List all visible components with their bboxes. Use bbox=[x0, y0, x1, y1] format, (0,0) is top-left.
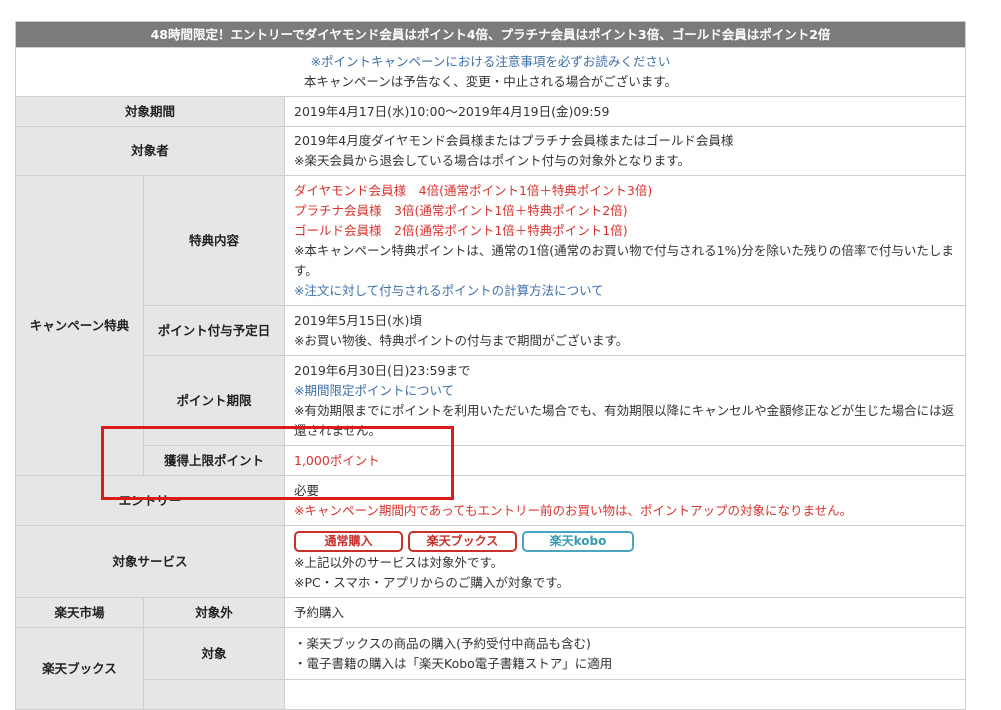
grant-date: 2019年5月15日(水)頃 bbox=[294, 312, 422, 328]
benefit-gold: ゴールド会員様 2倍(通常ポイント1倍＋特典ポイント1倍) bbox=[294, 222, 628, 238]
benefit-cell: ダイヤモンド会員様 4倍(通常ポイント1倍＋特典ポイント3倍) プラチナ会員様 … bbox=[284, 175, 966, 306]
limit-value: 1,000ポイント bbox=[284, 445, 966, 476]
limit-label: 獲得上限ポイント bbox=[143, 445, 285, 476]
services-note2: ※PC・スマホ・アプリからのご購入が対象です。 bbox=[294, 574, 570, 590]
benefit-label: 特典内容 bbox=[143, 175, 285, 306]
notice-cell: ※ポイントキャンペーンにおける注意事項を必ずお読みください 本キャンペーンは予告… bbox=[15, 47, 966, 97]
period-label: 対象期間 bbox=[15, 96, 285, 127]
services-cell: 通常購入 楽天ブックス 楽天kobo ※上記以外のサービスは対象外です。 ※PC… bbox=[284, 525, 966, 598]
ichiba-value: 予約購入 bbox=[284, 597, 966, 628]
expiry-cell: 2019年6月30日(日)23:59まで ※期間限定ポイントについて ※有効期限… bbox=[284, 355, 966, 446]
badge-normal-purchase: 通常購入 bbox=[294, 531, 403, 552]
books-cell: ・楽天ブックスの商品の購入(予約受付中商品も含む) ・電子書籍の購入は「楽天Ko… bbox=[284, 627, 966, 680]
benefit-note: ※本キャンペーン特典ポイントは、通常の1倍(通常のお買い物で付与される1%)分を… bbox=[294, 242, 954, 278]
period-value: 2019年4月17日(水)10:00～2019年4月19日(金)09:59 bbox=[284, 96, 966, 127]
services-label: 対象サービス bbox=[15, 525, 285, 598]
books-sub-label-2 bbox=[143, 679, 285, 710]
benefit-diamond: ダイヤモンド会員様 4倍(通常ポイント1倍＋特典ポイント3倍) bbox=[294, 182, 653, 198]
target-cell: 2019年4月度ダイヤモンド会員様またはプラチナ会員様またはゴールド会員様 ※楽… bbox=[284, 126, 966, 176]
campaign-benefit-label: キャンペーン特典 bbox=[15, 175, 144, 476]
entry-cell: 必要 ※キャンペーン期間内であってもエントリー前のお買い物は、ポイントアップの対… bbox=[284, 475, 966, 526]
target-line2: ※楽天会員から退会している場合はポイント付与の対象外となります。 bbox=[294, 153, 690, 168]
entry-label: エントリー bbox=[15, 475, 285, 526]
notice-text: 本キャンペーンは予告なく、変更・中止される場合がございます。 bbox=[303, 74, 678, 89]
service-badges: 通常購入 楽天ブックス 楽天kobo bbox=[294, 531, 956, 553]
notice-link[interactable]: ※ポイントキャンペーンにおける注意事項を必ずお読みください bbox=[25, 52, 956, 72]
expiry-date: 2019年6月30日(日)23:59まで bbox=[294, 362, 471, 378]
grant-cell: 2019年5月15日(水)頃 ※お買い物後、特典ポイントの付与まで期間がございま… bbox=[284, 305, 966, 356]
entry-note: ※キャンペーン期間内であってもエントリー前のお買い物は、ポイントアップの対象にな… bbox=[294, 502, 853, 518]
books-label: 楽天ブックス bbox=[15, 627, 144, 710]
expiry-label: ポイント期限 bbox=[143, 355, 285, 446]
expiry-note: ※有効期限までにポイントを利用いただいた場合でも、有効期限以降にキャンセルや金額… bbox=[294, 402, 955, 438]
target-label: 対象者 bbox=[15, 126, 285, 176]
badge-rakuten-kobo: 楽天kobo bbox=[522, 531, 634, 552]
books-line2: ・電子書籍の購入は「楽天Kobo電子書籍ストア」に適用 bbox=[294, 655, 613, 671]
books-cell-2 bbox=[284, 679, 966, 710]
limited-point-link[interactable]: ※期間限定ポイントについて bbox=[294, 381, 956, 401]
point-calc-link[interactable]: ※注文に対して付与されるポイントの計算方法について bbox=[294, 281, 956, 301]
campaign-title: 48時間限定！エントリーでダイヤモンド会員はポイント4倍、プラチナ会員はポイント… bbox=[15, 21, 966, 48]
grant-note: ※お買い物後、特典ポイントの付与まで期間がございます。 bbox=[294, 332, 629, 348]
grant-label: ポイント付与予定日 bbox=[143, 305, 285, 356]
ichiba-label: 楽天市場 bbox=[15, 597, 144, 628]
services-note1: ※上記以外のサービスは対象外です。 bbox=[294, 554, 504, 570]
ichiba-sub-label: 対象外 bbox=[143, 597, 285, 628]
entry-value: 必要 bbox=[294, 482, 320, 498]
target-line1: 2019年4月度ダイヤモンド会員様またはプラチナ会員様またはゴールド会員様 bbox=[294, 133, 734, 148]
books-line1: ・楽天ブックスの商品の購入(予約受付中商品も含む) bbox=[294, 635, 591, 651]
books-sub-label: 対象 bbox=[143, 627, 285, 680]
campaign-table: 48時間限定！エントリーでダイヤモンド会員はポイント4倍、プラチナ会員はポイント… bbox=[15, 21, 966, 710]
badge-rakuten-books: 楽天ブックス bbox=[408, 531, 517, 552]
benefit-platinum: プラチナ会員様 3倍(通常ポイント1倍＋特典ポイント2倍) bbox=[294, 202, 628, 218]
